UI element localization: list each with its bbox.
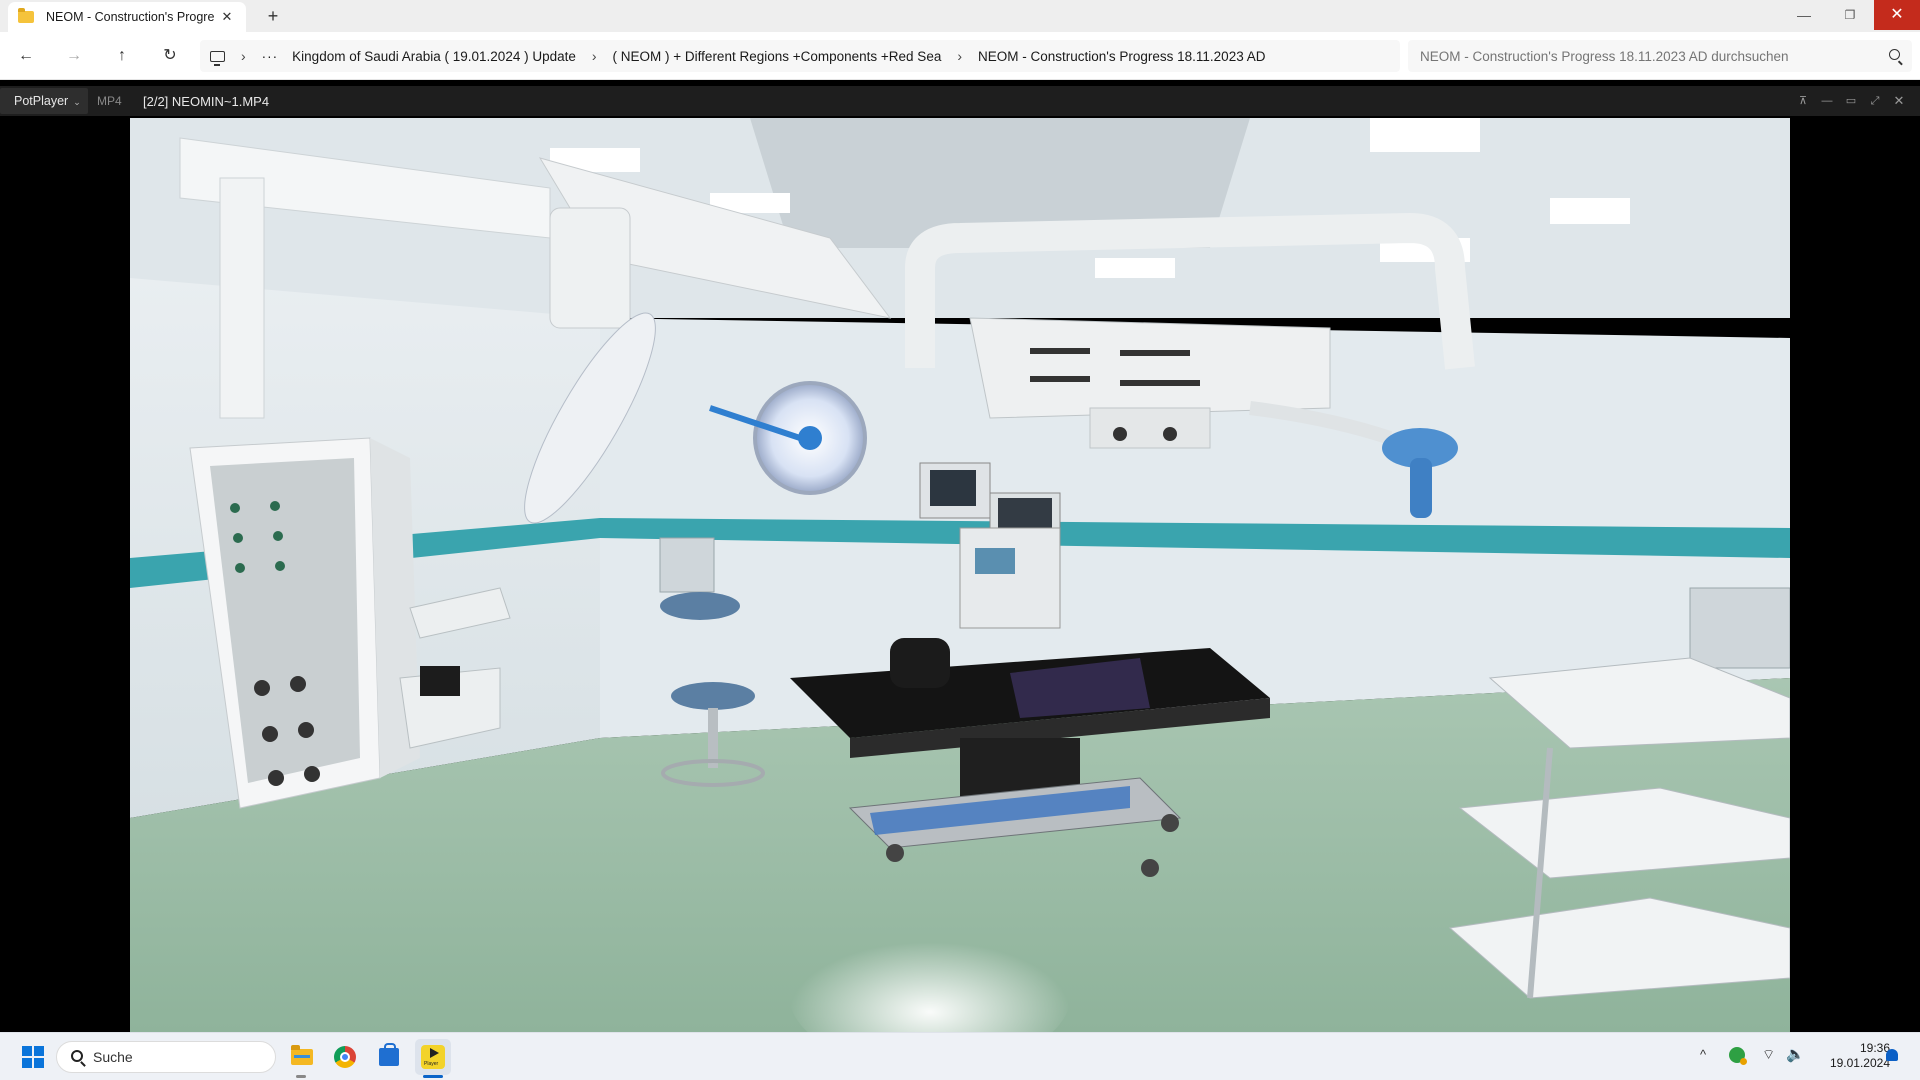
- forward-button[interactable]: →: [60, 42, 88, 70]
- running-indicator: [296, 1075, 306, 1078]
- media-title: [2/2] NEOMIN~1.MP4: [143, 94, 270, 109]
- file-explorer-taskbar-icon[interactable]: [283, 1039, 319, 1075]
- breadcrumb-item[interactable]: NEOM - Construction's Progress 18.11.202…: [978, 49, 1265, 64]
- breadcrumb-item[interactable]: ( NEOM ) + Different Regions +Components…: [613, 49, 942, 64]
- folder-icon: [18, 8, 34, 23]
- tab-title: NEOM - Construction's Progre: [46, 10, 215, 24]
- breadcrumb-separator[interactable]: ›: [957, 48, 962, 64]
- window-restore-button[interactable]: ❐: [1827, 0, 1873, 30]
- media-format-label: MP4: [97, 94, 122, 108]
- explorer-tab[interactable]: NEOM - Construction's Progre ✕: [8, 2, 246, 32]
- back-button[interactable]: ←: [12, 42, 40, 70]
- refresh-button[interactable]: ↻: [156, 42, 184, 70]
- video-frame[interactable]: [130, 118, 1790, 1032]
- player-close-button[interactable]: ✕: [1891, 93, 1907, 109]
- window-close-button[interactable]: ✕: [1874, 0, 1920, 30]
- potplayer-taskbar-label: Player: [424, 1061, 439, 1067]
- breadcrumb-separator: ›: [241, 48, 246, 64]
- clock-date: 19.01.2024: [1829, 1056, 1890, 1070]
- potplayer-title-bar: PotPlayer ⌄ MP4 [2/2] NEOMIN~1.MP4 ⊼ — ▭ …: [0, 86, 1920, 116]
- breadcrumb[interactable]: › ··· Kingdom of Saudi Arabia ( 19.01.20…: [200, 40, 1400, 72]
- potplayer-taskbar-icon[interactable]: Player: [415, 1039, 451, 1075]
- taskbar-search-box[interactable]: Suche: [56, 1041, 276, 1073]
- microsoft-store-taskbar-icon[interactable]: [371, 1039, 407, 1075]
- tab-close-icon[interactable]: ✕: [218, 9, 236, 25]
- search-icon[interactable]: [1889, 49, 1900, 60]
- chevron-down-icon: ⌄: [73, 97, 81, 107]
- active-indicator: [423, 1075, 443, 1078]
- up-button[interactable]: ↑: [108, 42, 136, 70]
- new-tab-button[interactable]: +: [262, 5, 284, 27]
- chrome-taskbar-icon[interactable]: [327, 1039, 363, 1075]
- window-minimize-button[interactable]: —: [1781, 0, 1827, 30]
- fullscreen-icon[interactable]: ⤢: [1867, 93, 1883, 109]
- folder-search-input[interactable]: [1420, 48, 1880, 64]
- taskbar-clock[interactable]: 19:36 19.01.2024: [1810, 1041, 1890, 1071]
- player-maximize-button[interactable]: ▭: [1843, 93, 1859, 109]
- breadcrumb-more-button[interactable]: ···: [262, 49, 279, 64]
- pin-icon[interactable]: ⊼: [1795, 93, 1811, 109]
- operating-room-video-image: [130, 118, 1790, 1032]
- volume-icon[interactable]: 🔈: [1786, 1045, 1805, 1063]
- potplayer-menu-button[interactable]: PotPlayer ⌄: [0, 88, 88, 114]
- security-shield-icon[interactable]: [1729, 1047, 1747, 1065]
- taskbar: Suche Player ^ ⌔ 🔈 19:36 19.01.2024: [0, 1032, 1920, 1080]
- tray-overflow-chevron-icon[interactable]: ^: [1700, 1047, 1706, 1062]
- explorer-address-row: ← → ↑ ↻ › ··· Kingdom of Saudi Arabia ( …: [0, 32, 1920, 80]
- monitor-icon[interactable]: [210, 50, 225, 66]
- clock-time: 19:36: [1859, 1041, 1890, 1055]
- windows-start-icon[interactable]: [22, 1046, 44, 1068]
- folder-search-box[interactable]: [1408, 40, 1912, 72]
- taskbar-search-placeholder: Suche: [93, 1049, 133, 1065]
- explorer-tab-strip: NEOM - Construction's Progre ✕ + — ❐ ✕: [0, 0, 1920, 32]
- notification-bell-icon[interactable]: [1886, 1049, 1898, 1061]
- breadcrumb-item[interactable]: Kingdom of Saudi Arabia ( 19.01.2024 ) U…: [292, 49, 576, 64]
- wifi-icon[interactable]: ⌔: [1762, 1046, 1775, 1064]
- potplayer-app-name: PotPlayer: [14, 94, 69, 108]
- breadcrumb-separator[interactable]: ›: [592, 48, 597, 64]
- search-icon: [71, 1050, 83, 1062]
- video-area[interactable]: [0, 116, 1920, 1032]
- player-minimize-button[interactable]: —: [1819, 93, 1835, 109]
